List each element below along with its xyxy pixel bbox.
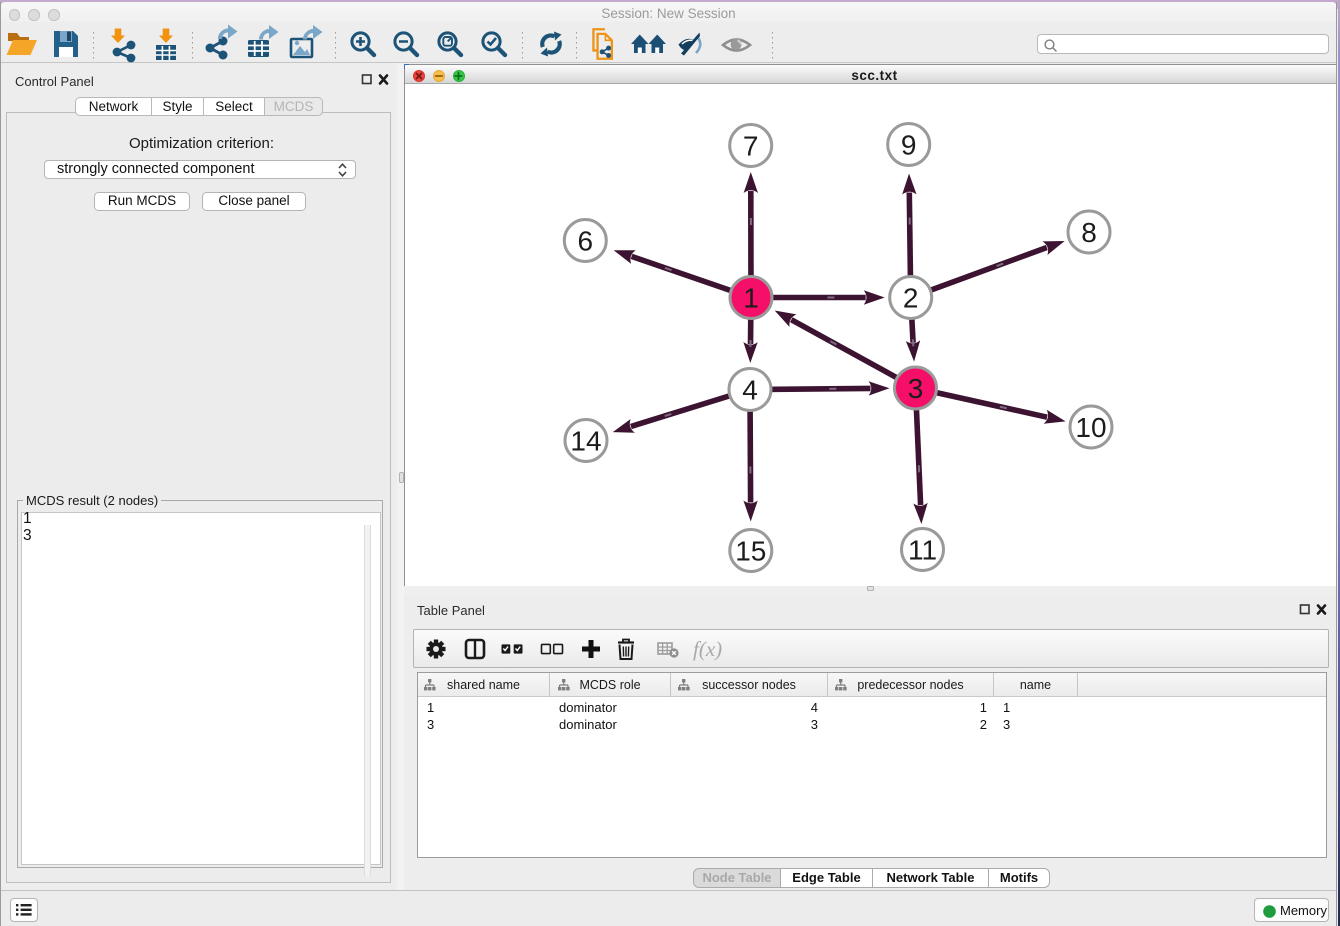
svg-text:1: 1 — [743, 283, 759, 314]
svg-text:14: 14 — [570, 426, 601, 457]
svg-text:4: 4 — [742, 375, 758, 406]
svg-text:8: 8 — [1081, 217, 1097, 248]
svg-text:6: 6 — [578, 226, 594, 257]
svg-text:9: 9 — [901, 130, 917, 161]
svg-text:10: 10 — [1075, 412, 1106, 443]
svg-text:2: 2 — [903, 283, 919, 314]
svg-text:3: 3 — [908, 373, 924, 404]
svg-text:11: 11 — [908, 535, 937, 566]
svg-text:15: 15 — [735, 536, 766, 567]
svg-text:7: 7 — [743, 131, 759, 162]
svg-text:f(x): f(x) — [693, 637, 722, 661]
